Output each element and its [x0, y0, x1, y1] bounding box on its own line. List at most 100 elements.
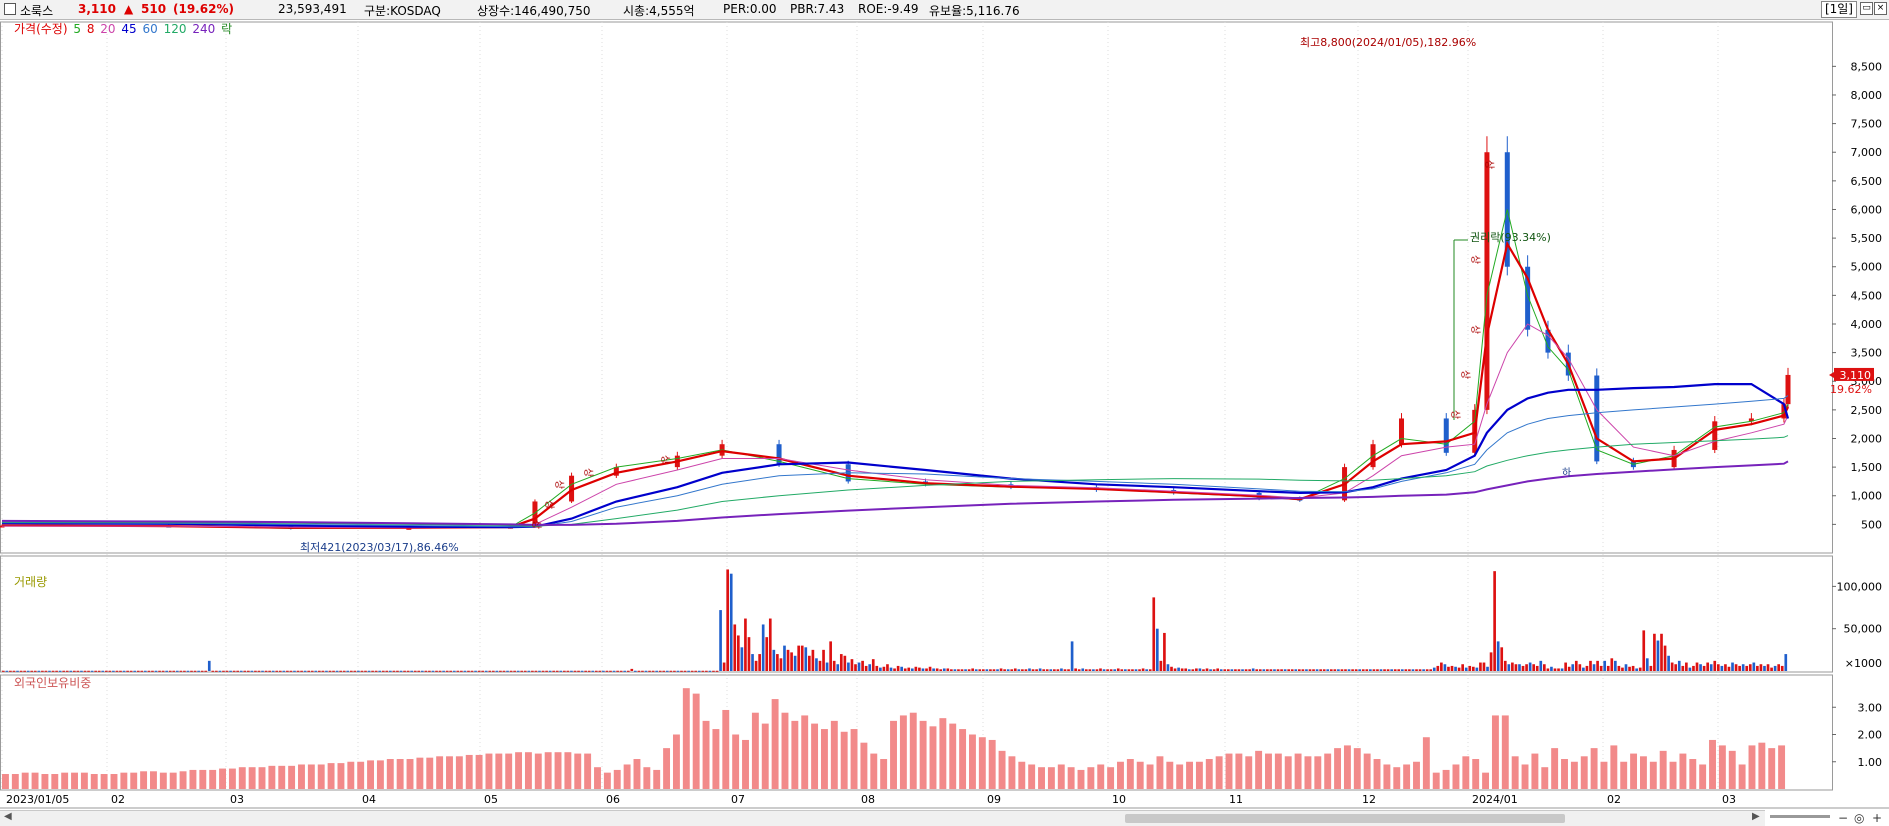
- horizontal-scrollbar[interactable]: ◀ ▶: [0, 810, 1765, 826]
- volume-bar: [1741, 664, 1745, 671]
- volume-bar: [1301, 669, 1305, 671]
- volume-bar: [495, 670, 499, 672]
- foreign-bar: [781, 712, 789, 789]
- zoom-in-icon[interactable]: +: [1872, 811, 1882, 825]
- volume-bar: [1248, 669, 1251, 671]
- foreign-bar: [386, 759, 394, 789]
- foreign-bar: [820, 729, 828, 789]
- scroll-thumb[interactable]: [1125, 814, 1565, 823]
- scroll-left-icon[interactable]: ◀: [4, 811, 12, 822]
- foreign-ytick-label: 3.00: [1858, 701, 1883, 714]
- volume-bar: [339, 670, 342, 672]
- volume-bar: [591, 670, 595, 672]
- zoom-reset-icon[interactable]: ◎: [1854, 811, 1864, 825]
- foreign-bar: [1028, 764, 1036, 789]
- volume-bar: [712, 670, 715, 672]
- volume-bar: [658, 670, 662, 672]
- foreign-bar: [1679, 753, 1687, 789]
- volume-bar: [804, 647, 808, 671]
- volume-bar: [1443, 664, 1447, 671]
- volume-bar: [918, 667, 921, 671]
- volume-bar: [527, 670, 531, 672]
- volume-bar: [1464, 667, 1468, 671]
- volume-bar: [1393, 669, 1397, 671]
- volume-bar: [598, 670, 602, 672]
- foreign-bar: [959, 729, 967, 789]
- limit-up-marker: 상: [543, 500, 555, 509]
- volume-bar: [1067, 669, 1070, 671]
- volume-bar: [278, 670, 282, 672]
- zoom-slider[interactable]: [1770, 815, 1830, 818]
- volume-bar: [839, 654, 843, 671]
- foreign-bar: [41, 774, 49, 789]
- volume-bar: [637, 670, 641, 672]
- volume-bar: [1269, 669, 1273, 671]
- volume-bar: [1017, 669, 1021, 671]
- volume-bar: [1372, 669, 1376, 671]
- volume-bar: [1141, 668, 1145, 671]
- foreign-bar: [791, 720, 799, 789]
- volume-bar: [296, 670, 300, 672]
- volume-bar: [1195, 668, 1198, 671]
- volume-bar: [1436, 665, 1440, 671]
- volume-bar: [1180, 668, 1184, 671]
- volume-bar: [1727, 666, 1731, 671]
- volume-bar: [1035, 669, 1038, 671]
- foreign-bar: [850, 729, 858, 789]
- volume-bar: [1621, 667, 1624, 671]
- volume-bar: [12, 670, 16, 672]
- volume-bar: [1592, 664, 1596, 671]
- volume-bar: [144, 670, 147, 672]
- foreign-bar: [692, 693, 700, 789]
- volume-bar: [396, 670, 399, 672]
- volume-bar: [946, 668, 950, 671]
- foreign-bar: [1472, 759, 1480, 789]
- foreign-bar: [1561, 759, 1568, 789]
- foreign-bar: [1047, 767, 1055, 789]
- volume-bar: [335, 670, 339, 672]
- foreign-bar: [1176, 764, 1184, 789]
- volume-bar: [1045, 669, 1049, 671]
- volume-bar: [648, 670, 651, 672]
- foreign-bar: [61, 772, 69, 789]
- date-axis-label: 03: [1722, 793, 1736, 806]
- zoom-out-icon[interactable]: −: [1838, 811, 1848, 825]
- foreign-bar: [1057, 764, 1065, 789]
- foreign-bar: [978, 737, 986, 789]
- volume-bar: [942, 668, 946, 671]
- volume-bar: [1148, 669, 1152, 671]
- volume-bar: [893, 668, 896, 671]
- foreign-bar: [248, 767, 256, 789]
- volume-bar: [1653, 633, 1656, 671]
- volume-bar: [1606, 665, 1610, 671]
- foreign-bar: [702, 720, 710, 789]
- volume-bar: [16, 670, 19, 672]
- volume-bar: [215, 670, 218, 672]
- volume-bar: [133, 670, 137, 672]
- volume-bar: [594, 670, 598, 672]
- volume-bar: [197, 670, 200, 672]
- volume-bar: [634, 670, 637, 672]
- volume-bar: [1500, 647, 1504, 671]
- volume-bar: [1649, 665, 1653, 671]
- foreign-bar: [682, 688, 690, 789]
- volume-bar: [676, 670, 680, 672]
- volume-bar: [800, 645, 804, 671]
- volume-bar: [1404, 669, 1408, 671]
- foreign-bar: [1373, 759, 1381, 789]
- scroll-right-icon[interactable]: ▶: [1752, 811, 1760, 822]
- volume-bar: [1716, 664, 1720, 671]
- foreign-bar: [1363, 753, 1371, 789]
- volume-bar: [765, 637, 769, 671]
- volume-bar: [854, 664, 857, 671]
- volume-bar: [1677, 660, 1681, 671]
- volume-bar: [378, 670, 382, 672]
- volume-bar: [1535, 665, 1539, 671]
- foreign-bar: [663, 748, 671, 789]
- limit-up-marker: 상: [553, 480, 565, 489]
- volume-ytick-label: 50,000: [1844, 623, 1883, 636]
- volume-bar: [761, 624, 765, 671]
- volume-bar: [445, 670, 449, 672]
- foreign-bar: [189, 769, 197, 789]
- chart-canvas[interactable]: 5001,0001,5002,0002,5003,0003,5004,0004,…: [0, 0, 1889, 810]
